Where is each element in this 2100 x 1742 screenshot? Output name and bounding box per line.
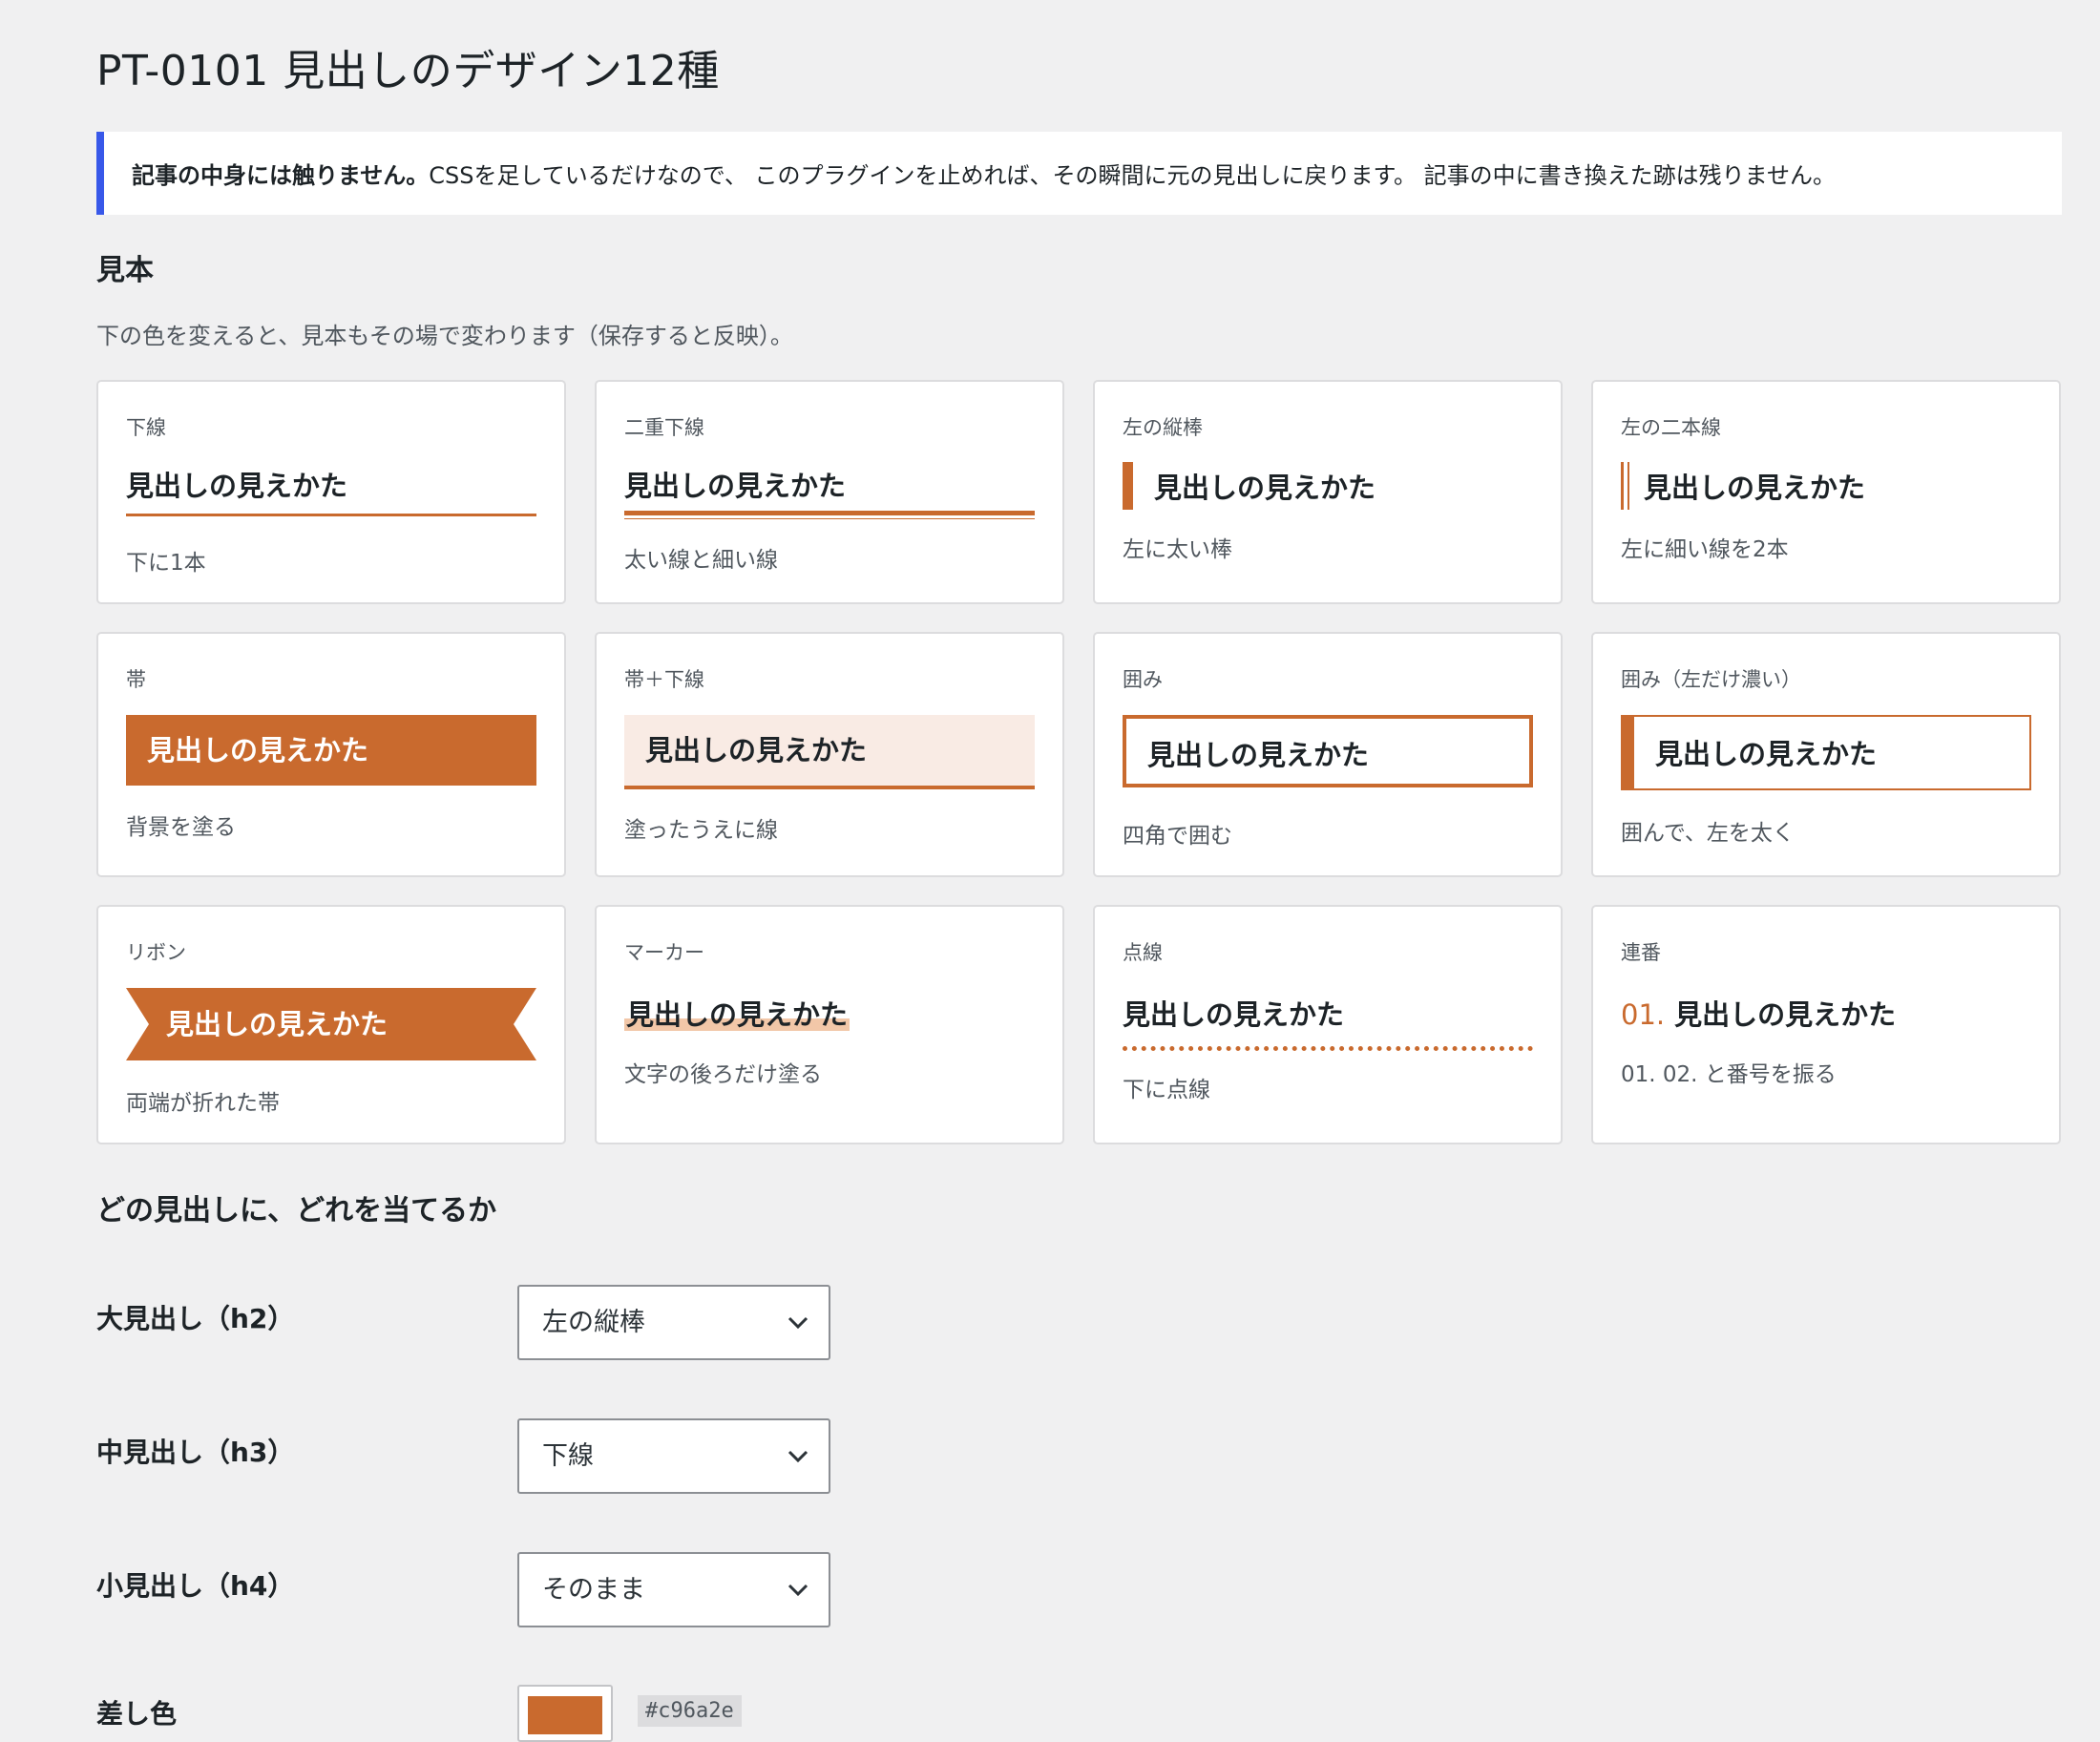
card-label: 連番 <box>1621 941 1661 964</box>
card-note: 四角で囲む <box>1123 824 1232 849</box>
assign-heading: どの見出しに、どれを当てるか <box>96 1194 497 1228</box>
select-value: 左の縦棒 <box>542 1308 645 1337</box>
sample-heading: 見出しの見えかた <box>624 715 1035 789</box>
page-title: PT-0101 見出しのデザイン12種 <box>96 47 720 95</box>
sample-heading: 見出しの見えかた <box>126 715 536 786</box>
accent-color-picker[interactable] <box>517 1685 613 1742</box>
h2-style-select[interactable]: 左の縦棒 <box>517 1285 830 1360</box>
sample-heading: 見出しの見えかた <box>624 993 1035 1033</box>
sample-card-ribbon: リボン 見出しの見えかた 両端が折れた帯 <box>96 905 566 1144</box>
sample-card-left-bar: 左の縦棒 見出しの見えかた 左に太い棒 <box>1093 380 1563 604</box>
sample-card-marker: マーカー 見出しの見えかた 文字の後ろだけ塗る <box>595 905 1064 1144</box>
sample-heading: 見出しの見えかた <box>126 464 536 516</box>
chevron-down-icon <box>788 1316 808 1330</box>
accent-color-label: 差し色 <box>96 1698 178 1730</box>
notice-bold-text: 記事の中身には触りません。 <box>132 162 430 189</box>
thick-line <box>624 511 1035 515</box>
card-label: 下線 <box>126 416 166 439</box>
card-label: 帯＋下線 <box>624 668 704 691</box>
sample-heading: 見出しの見えかた <box>1123 993 1533 1051</box>
sample-heading: 見出しの見えかた <box>126 988 536 1060</box>
sample-card-left-double-line: 左の二本線 見出しの見えかた 左に細い線を2本 <box>1591 380 2061 604</box>
card-label: 帯 <box>126 668 146 691</box>
info-notice: 記事の中身には触りません。 CSSを足しているだけなので、 このプラグインを止めれ… <box>96 132 2062 215</box>
card-label: 左の二本線 <box>1621 416 1721 439</box>
card-label: 点線 <box>1123 941 1163 964</box>
chevron-down-icon <box>788 1584 808 1597</box>
h4-label: 小見出し（h4） <box>96 1570 295 1602</box>
sample-heading-text: 見出しの見えかた <box>624 470 847 502</box>
card-note: 左に太い棒 <box>1123 537 1232 562</box>
sample-heading: 見出しの見えかた <box>1123 462 1533 510</box>
sample-heading: 見出しの見えかた <box>1123 715 1533 787</box>
card-note: 文字の後ろだけ塗る <box>624 1062 822 1087</box>
card-label: リボン <box>126 941 186 964</box>
card-note: 太い線と細い線 <box>624 548 778 573</box>
sample-card-box-left: 囲み（左だけ濃い） 見出しの見えかた 囲んで、左を太く <box>1591 632 2061 877</box>
card-label: 二重下線 <box>624 416 704 439</box>
h4-style-select[interactable]: そのまま <box>517 1552 830 1627</box>
sample-heading: 見出しの見えかた <box>1621 462 2031 510</box>
card-note: 下に1本 <box>126 551 206 576</box>
card-label: 囲み <box>1123 668 1163 691</box>
accent-color-hex: #c96a2e <box>638 1695 742 1727</box>
sample-heading-text: 見出しの見えかた <box>624 998 850 1031</box>
select-value: そのまま <box>542 1575 645 1605</box>
sample-heading: 01. 見出しの見えかた <box>1621 993 2031 1033</box>
card-note: 下に点線 <box>1123 1078 1210 1102</box>
h3-label: 中見出し（h3） <box>96 1437 295 1468</box>
sample-grid: 下線 見出しの見えかた 下に1本 二重下線 見出しの見えかた 太い線と細い線 左… <box>96 380 2062 1144</box>
card-note: 背景を塗る <box>126 815 236 840</box>
sample-heading: 見出しの見えかた <box>1621 715 2031 790</box>
sample-card-numbered: 連番 01. 見出しの見えかた 01. 02. と番号を振る <box>1591 905 2061 1144</box>
card-note: 両端が折れた帯 <box>126 1091 280 1116</box>
sample-heading: 見出しの見えかた <box>624 464 1035 519</box>
card-label: 左の縦棒 <box>1123 416 1203 439</box>
sample-card-box: 囲み 見出しの見えかた 四角で囲む <box>1093 632 1563 877</box>
card-label: マーカー <box>624 941 704 964</box>
chevron-down-icon <box>788 1450 808 1463</box>
sample-card-underline: 下線 見出しの見えかた 下に1本 <box>96 380 566 604</box>
samples-heading: 見本 <box>96 254 154 287</box>
color-swatch <box>528 1696 602 1734</box>
h3-style-select[interactable]: 下線 <box>517 1418 830 1494</box>
card-note: 左に細い線を2本 <box>1621 537 1789 562</box>
sample-card-band: 帯 見出しの見えかた 背景を塗る <box>96 632 566 877</box>
sample-heading-text: 見出しの見えかた <box>1674 998 1897 1031</box>
thin-line <box>624 518 1035 519</box>
sample-card-dotted: 点線 見出しの見えかた 下に点線 <box>1093 905 1563 1144</box>
select-value: 下線 <box>542 1441 594 1471</box>
card-label: 囲み（左だけ濃い） <box>1621 668 1801 691</box>
heading-number: 01. <box>1621 998 1666 1031</box>
sample-card-band-underline: 帯＋下線 見出しの見えかた 塗ったうえに線 <box>595 632 1064 877</box>
card-note: 囲んで、左を太く <box>1621 821 1795 846</box>
samples-description: 下の色を変えると、見本もその場で変わります（保存すると反映）。 <box>96 323 793 349</box>
card-note: 01. 02. と番号を振る <box>1621 1062 1837 1087</box>
notice-text: CSSを足しているだけなので、 このプラグインを止めれば、その瞬間に元の見出しに… <box>429 162 1836 189</box>
sample-card-double-underline: 二重下線 見出しの見えかた 太い線と細い線 <box>595 380 1064 604</box>
h2-label: 大見出し（h2） <box>96 1303 295 1334</box>
card-note: 塗ったうえに線 <box>624 818 778 843</box>
